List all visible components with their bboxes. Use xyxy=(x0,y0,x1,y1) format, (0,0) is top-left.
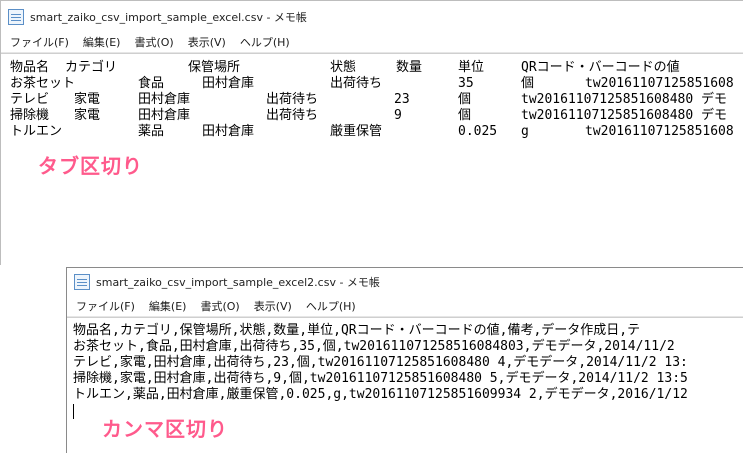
text-cell: 家電 xyxy=(74,92,101,107)
text-line: 掃除機 家電 田村倉庫 出荷待ち 9 個 tw20161107125851608480 デモ xyxy=(10,108,743,124)
notepad-icon xyxy=(8,8,24,25)
text-cell: tw20161107125851608 xyxy=(585,76,734,91)
text-cell: トルエン xyxy=(10,124,63,139)
menu-edit[interactable]: 編集(E) xyxy=(78,34,126,50)
text-cell: 個 xyxy=(458,92,472,107)
text-cell: 厳重保管 xyxy=(330,124,383,139)
menu-format[interactable]: 書式(O) xyxy=(195,298,244,314)
text-cell: 個 xyxy=(458,108,472,123)
text-cell: 薬品 xyxy=(138,124,165,139)
text-cell: 田村倉庫 xyxy=(138,92,191,107)
text-cell: 0.025 xyxy=(458,124,498,139)
menu-help[interactable]: ヘルプ(H) xyxy=(235,34,295,50)
annotation-tab-separated: タブ区切り xyxy=(38,154,143,178)
text-cell: テレビ xyxy=(10,92,50,107)
text-line: トルエン 薬品 田村倉庫 厳重保管 0.025 g tw20161107125851608 xyxy=(10,124,743,140)
text-cell: 田村倉庫 xyxy=(202,76,255,91)
text-cell: 数量 xyxy=(396,60,423,75)
text-cell: 35 xyxy=(458,76,474,91)
text-cell: QRコード・バーコードの値 xyxy=(521,60,680,75)
text-cell: 保管場所 xyxy=(188,60,241,75)
text-caret xyxy=(73,404,74,419)
menu-bar: ファイル(F) 編集(E) 書式(O) 表示(V) ヘルプ(H) xyxy=(67,296,743,317)
text-cell: 出荷待ち xyxy=(266,92,319,107)
text-line: お茶セット,食品,田村倉庫,出荷待ち,35,個,tw20161107125851… xyxy=(73,339,675,354)
text-line: 掃除機,家電,田村倉庫,出荷待ち,9,個,tw20161107125851608… xyxy=(73,371,688,386)
text-cell: 23 xyxy=(394,92,410,107)
menu-edit[interactable]: 編集(E) xyxy=(144,298,192,314)
text-cell: tw20161107125851608 xyxy=(585,124,734,139)
text-cell: 出荷待ち xyxy=(266,108,319,123)
menu-format[interactable]: 書式(O) xyxy=(129,34,178,50)
text-cell: g xyxy=(521,124,529,139)
text-cell: 掃除機 xyxy=(10,108,50,123)
text-line: テレビ,家電,田村倉庫,出荷待ち,23,個,tw2016110712585160… xyxy=(73,355,688,370)
text-line: テレビ 家電 田村倉庫 出荷待ち 23 個 tw20161107125851608480 デ… xyxy=(10,92,743,108)
title-bar[interactable]: smart_zaiko_csv_import_sample_excel.csv … xyxy=(1,1,743,32)
text-cell: 個 xyxy=(521,76,535,91)
text-line: トルエン,薬品,田村倉庫,厳重保管,0.025,g,tw201611071258… xyxy=(73,387,688,402)
text-cell: 物品名 xyxy=(10,60,50,75)
menu-help[interactable]: ヘルプ(H) xyxy=(301,298,361,314)
text-cell: 状態 xyxy=(330,60,357,75)
window-title: smart_zaiko_csv_import_sample_excel2.csv… xyxy=(96,276,380,289)
text-line: 物品名,カテゴリ,保管場所,状態,数量,単位,QRコード・バーコードの値,備考,… xyxy=(73,323,641,338)
text-cell: 家電 xyxy=(74,108,101,123)
annotation-comma-separated: カンマ区切り xyxy=(102,417,228,441)
menu-file[interactable]: ファイル(F) xyxy=(71,298,140,314)
text-cell: 出荷待ち xyxy=(330,76,383,91)
menu-file[interactable]: ファイル(F) xyxy=(5,34,74,50)
menu-view[interactable]: 表示(V) xyxy=(249,298,297,314)
text-cell: 単位 xyxy=(458,60,485,75)
text-cell: 9 xyxy=(394,108,402,123)
window-title: smart_zaiko_csv_import_sample_excel.csv … xyxy=(30,10,307,24)
text-cell: tw20161107125851608480 デモ xyxy=(521,92,728,107)
notepad-window-tab[interactable]: smart_zaiko_csv_import_sample_excel.csv … xyxy=(0,0,743,265)
text-cell: カテゴリ xyxy=(65,60,118,75)
menu-view[interactable]: 表示(V) xyxy=(183,34,231,50)
text-line: 物品名 カテゴリ 保管場所 状態 数量 単位 QRコード・バーコードの値 xyxy=(10,60,743,76)
text-cell: tw20161107125851608480 デモ xyxy=(521,108,728,123)
text-line: お茶セット 食品 田村倉庫 出荷待ち 35 個 tw20161107125851608 xyxy=(10,76,743,92)
notepad-icon xyxy=(74,274,90,290)
text-cell: 田村倉庫 xyxy=(138,108,191,123)
title-bar[interactable]: smart_zaiko_csv_import_sample_excel2.csv… xyxy=(67,268,743,296)
text-cell: 田村倉庫 xyxy=(202,124,255,139)
text-cell: お茶セット xyxy=(10,76,76,91)
text-cell: 食品 xyxy=(138,76,165,91)
menu-bar: ファイル(F) 編集(E) 書式(O) 表示(V) ヘルプ(H) xyxy=(1,32,743,53)
